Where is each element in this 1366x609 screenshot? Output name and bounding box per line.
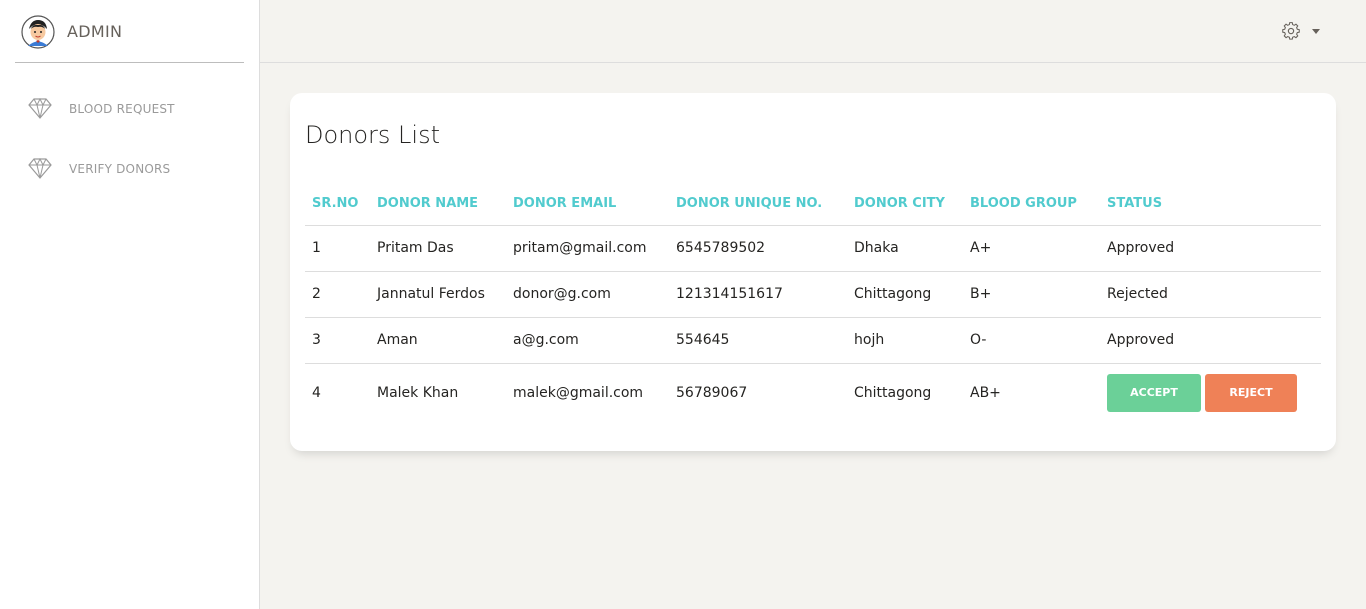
cell-blood: AB+ [963, 362, 1100, 423]
topbar [260, 0, 1366, 63]
cell-status: Rejected [1100, 270, 1321, 317]
reject-button[interactable]: REJECT [1205, 374, 1297, 413]
cell-city: hojh [847, 316, 963, 363]
cell-unique: 6545789502 [669, 224, 847, 271]
cell-email: donor@g.com [506, 270, 669, 317]
cell-city: Dhaka [847, 224, 963, 271]
cell-unique: 554645 [669, 316, 847, 363]
table-row: 2 Jannatul Ferdos donor@g.com 1213141516… [305, 270, 1321, 317]
accept-button[interactable]: ACCEPT [1107, 374, 1201, 413]
settings-dropdown[interactable] [1282, 22, 1324, 44]
cell-blood: A+ [963, 224, 1100, 271]
donors-table: SR.NO DONOR NAME DONOR EMAIL DONOR UNIQU… [305, 183, 1321, 423]
table-header-row: SR.NO DONOR NAME DONOR EMAIL DONOR UNIQU… [305, 183, 1321, 225]
cell-unique: 56789067 [669, 362, 847, 423]
brand[interactable]: ADMIN [15, 0, 244, 63]
sidebar: ADMIN BLOOD REQUEST VERIFY DONORS [0, 0, 260, 609]
table-row: 4 Malek Khan malek@gmail.com 56789067 Ch… [305, 362, 1321, 423]
cell-name: Aman [370, 316, 506, 363]
cell-sr: 3 [305, 316, 370, 363]
sidebar-item-verify-donors[interactable]: VERIFY DONORS [28, 156, 248, 186]
diamond-icon [28, 97, 52, 119]
diamond-icon [28, 157, 52, 179]
cell-actions: ACCEPT REJECT [1100, 362, 1321, 423]
avatar [21, 15, 55, 49]
cell-blood: O- [963, 316, 1100, 363]
cell-status: Approved [1100, 224, 1321, 271]
brand-title: ADMIN [67, 22, 123, 41]
gear-icon [1282, 22, 1300, 40]
cell-name: Malek Khan [370, 362, 506, 423]
cell-sr: 4 [305, 362, 370, 423]
sidebar-item-label: VERIFY DONORS [69, 162, 171, 176]
column-header: BLOOD GROUP [970, 196, 1077, 212]
table-row: 1 Pritam Das pritam@gmail.com 6545789502… [305, 224, 1321, 271]
sidebar-item-blood-request[interactable]: BLOOD REQUEST [28, 96, 248, 126]
cell-sr: 2 [305, 270, 370, 317]
cell-city: Chittagong [847, 362, 963, 423]
table-row: 3 Aman a@g.com 554645 hojh O- Approved [305, 316, 1321, 363]
cell-email: malek@gmail.com [506, 362, 669, 423]
cell-unique: 121314151617 [669, 270, 847, 317]
cell-name: Jannatul Ferdos [370, 270, 506, 317]
cell-blood: B+ [963, 270, 1100, 317]
donors-card: Donors List SR.NO DONOR NAME DONOR EMAIL… [290, 93, 1336, 451]
cell-email: a@g.com [506, 316, 669, 363]
column-header: DONOR NAME [377, 196, 479, 212]
sidebar-item-label: BLOOD REQUEST [69, 102, 175, 116]
cell-sr: 1 [305, 224, 370, 271]
cell-name: Pritam Das [370, 224, 506, 271]
column-header: DONOR EMAIL [513, 196, 617, 212]
column-header: DONOR CITY [854, 196, 945, 212]
card-title: Donors List [305, 121, 441, 149]
cell-status: Approved [1100, 316, 1321, 363]
column-header: DONOR UNIQUE NO. [676, 196, 823, 212]
chevron-down-icon [1312, 29, 1320, 34]
cell-email: pritam@gmail.com [506, 224, 669, 271]
column-header: STATUS [1107, 196, 1163, 212]
cell-city: Chittagong [847, 270, 963, 317]
column-header: SR.NO [312, 196, 359, 212]
